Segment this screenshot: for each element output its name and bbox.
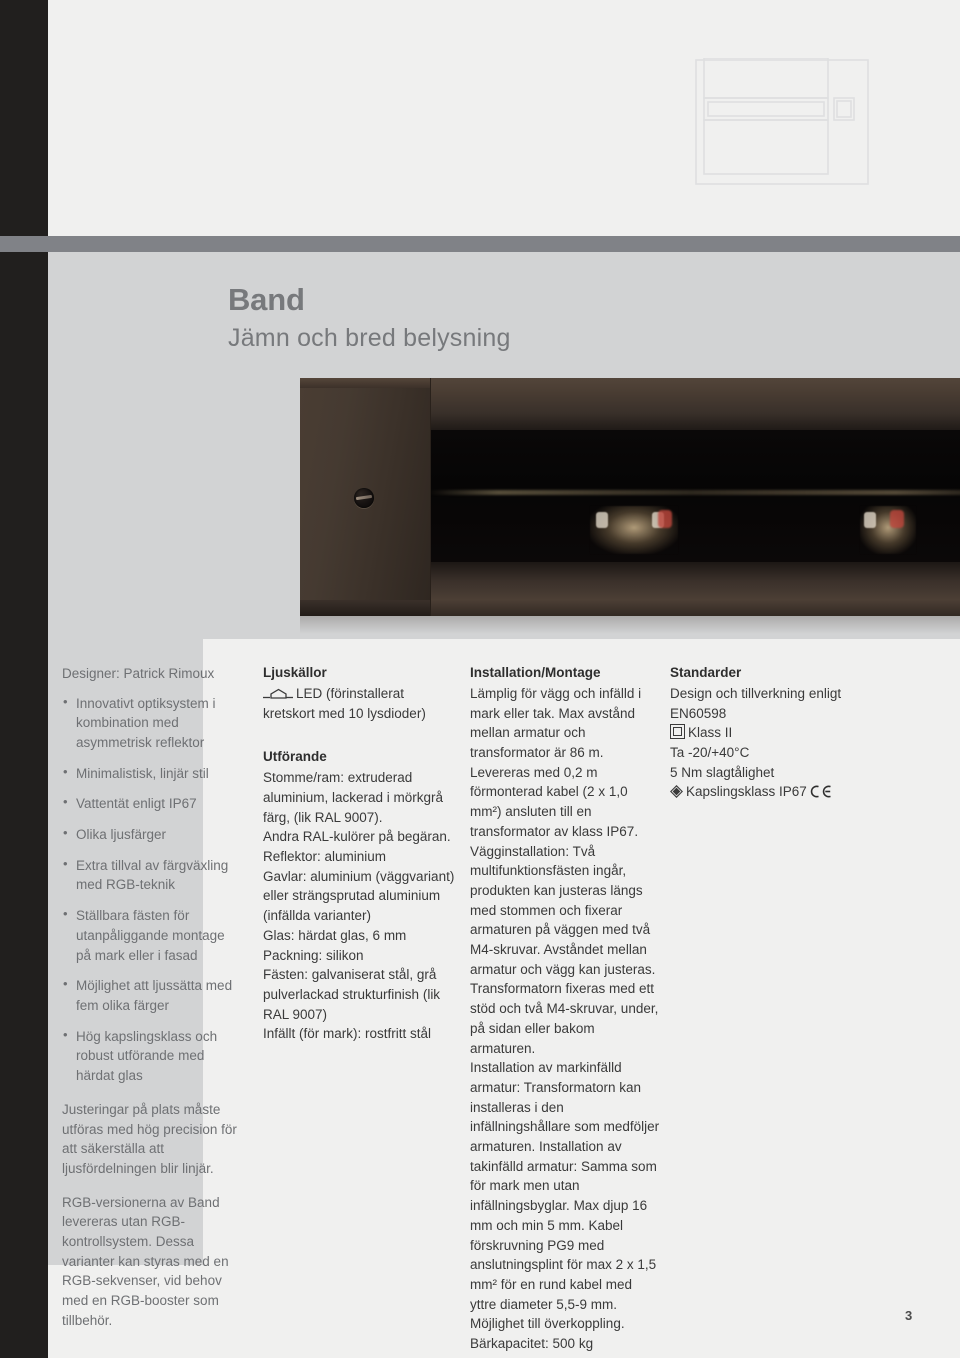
left-edge-bar-middle (0, 252, 48, 639)
page-title-block: Band Jämn och bred belysning (228, 282, 828, 353)
column-installation: Installation/Montage Lämplig för vägg oc… (470, 639, 660, 1354)
list-item: Hög kapslingsklass och robust utförande … (62, 1026, 242, 1086)
photo-left-filler (48, 376, 252, 639)
header-divider-band (0, 236, 960, 252)
section-heading-standarder: Standarder (670, 665, 742, 680)
section-standards: Standarder Design och tillverkning enlig… (670, 664, 870, 802)
list-item: Möjlighet att ljussätta med fem olika fä… (62, 975, 242, 1015)
list-item: Olika ljusfärger (62, 824, 242, 845)
column-standards: Standarder Design och tillverkning enlig… (670, 639, 870, 802)
feature-list: Innovativt optiksystem i kombination med… (62, 693, 242, 1086)
list-item: Innovativt optiksystem i kombination med… (62, 693, 242, 753)
led-lamp-symbol-icon (263, 686, 293, 699)
list-item: Extra tillval av färgväxling med RGB-tek… (62, 855, 242, 895)
class-ii-label: Klass II (688, 725, 733, 741)
installation-paragraph: Vägginstallation: Två multifunktionsfäst… (470, 843, 659, 1056)
installation-paragraph: Installation av markinfälld armatur: Tra… (470, 1060, 660, 1352)
features-paragraph: RGB-versionerna av Band levereras utan R… (62, 1194, 229, 1328)
construction-line: Infällt (för mark): rostfritt stål (263, 1026, 432, 1042)
designer-label: Designer: Patrick Rimoux (62, 666, 215, 681)
list-item: Minimalistisk, linjär stil (62, 763, 242, 784)
section-installation: Installation/Montage Lämplig för vägg oc… (470, 664, 660, 1354)
construction-line: Fästen: galvaniserat stål, grå pulverlac… (263, 967, 441, 1022)
content-columns: Designer: Patrick Rimoux Innovativt opti… (0, 639, 960, 1358)
section-light-sources: Ljuskällor LED (förinstallerat kretskort… (263, 664, 455, 723)
features-paragraph: Justeringar på plats måste utföras med h… (62, 1101, 237, 1176)
construction-line: Stomme/ram: extruderad aluminium, lacker… (263, 770, 444, 825)
standards-line: Design och tillverkning enligt (670, 685, 842, 701)
page-subtitle: Jämn och bred belysning (228, 323, 511, 352)
construction-line: Glas: härdat glas, 6 mm (263, 927, 407, 943)
column-light-sources: Ljuskällor LED (förinstallerat kretskort… (263, 639, 455, 1044)
ingress-line: Kapslingsklass IP67 (670, 782, 870, 802)
construction-line: Gavlar: aluminium (väggvariant) eller st… (263, 868, 455, 924)
list-item: Vattentät enligt IP67 (62, 793, 242, 814)
construction-line: Packning: silikon (263, 947, 364, 963)
ingress-label: Kapslingsklass IP67 (686, 784, 807, 800)
list-item: Ställbara fästen för utanpåliggande mont… (62, 905, 242, 965)
luminaire-shadow (300, 616, 960, 634)
luminaire-top-bevel (430, 378, 960, 432)
luminaire-bottom-bevel (430, 562, 960, 616)
standards-line: EN60598 (670, 705, 727, 721)
slotted-screw-icon (354, 488, 374, 508)
section-heading-ljuskallor: Ljuskällor (263, 665, 327, 680)
class-ii-double-square-icon (670, 724, 685, 740)
page-title: Band (228, 282, 305, 317)
led-line: LED (förinstallerat kretskort med 10 lys… (263, 684, 455, 723)
section-heading-installation: Installation/Montage (470, 665, 601, 680)
left-edge-bar-top (0, 0, 48, 236)
temperature-range: Ta -20/+40°C (670, 745, 750, 760)
header-watermark-icon (694, 58, 870, 186)
installation-paragraph: Lämplig för vägg och infälld i mark elle… (470, 685, 642, 839)
section-heading-utforande: Utförande (263, 749, 327, 765)
construction-line: Reflektor: aluminium (263, 849, 387, 864)
impact-diamond-icon (670, 784, 683, 799)
endcap-top-edge (300, 378, 430, 388)
ce-mark-icon (810, 784, 832, 798)
led-module (590, 506, 678, 554)
endcap-bottom-edge (300, 600, 430, 616)
page-number: 3 (905, 1308, 913, 1323)
construction-line: Andra RAL-kulörer på begäran. (263, 829, 451, 845)
luminaire-image (300, 378, 960, 636)
luminaire-endcap (300, 378, 431, 616)
led-module (860, 506, 916, 554)
class-ii-line: Klass II (670, 723, 870, 743)
luminaire-internal-glow (428, 490, 960, 495)
section-construction: Utförande Stomme/ram: extruderad alumini… (263, 748, 455, 1044)
column-features: Designer: Patrick Rimoux Innovativt opti… (62, 639, 242, 1331)
impact-rating: 5 Nm slagtålighet (670, 764, 775, 780)
